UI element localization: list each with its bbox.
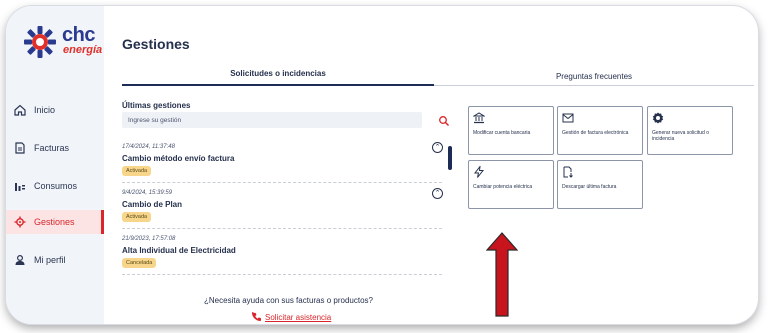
action-label: Generar nueva solicitud o incidencia: [652, 130, 709, 142]
gear-icon: [12, 214, 28, 230]
document-download-icon: [562, 165, 574, 178]
active-tab-indicator: [122, 84, 434, 86]
sidebar-item-label: Facturas: [34, 143, 70, 153]
list-item[interactable]: 21/9/2023, 17:57:08 Alta Individual de E…: [122, 228, 442, 275]
tab-solicitudes[interactable]: Solicitudes o incidencias: [122, 69, 434, 78]
action-card-download[interactable]: Descargar última factura: [557, 160, 643, 209]
sidebar-item-label: Mi perfil: [34, 255, 66, 265]
sidebar-item-label: Consumos: [34, 181, 78, 191]
action-label: Descargar última factura: [562, 184, 617, 190]
action-card-power[interactable]: Cambiar potencia eléctrica: [468, 160, 554, 209]
lightning-icon: [473, 164, 485, 178]
status-badge: Activada: [122, 166, 152, 176]
chevron-up-icon[interactable]: ⌃: [432, 188, 443, 199]
action-label: Modificar cuenta bancaria: [473, 130, 531, 136]
entry-title: Cambio método envío factura: [122, 154, 235, 163]
scrollbar[interactable]: [448, 146, 452, 170]
sidebar-item-label: Gestiones: [34, 217, 75, 227]
action-card-new-request[interactable]: Generar nueva solicitud o incidencia: [647, 106, 733, 155]
action-card-einvoice[interactable]: Gestión de factura electrónica: [557, 106, 643, 155]
red-arrow-annotation: [486, 232, 518, 317]
action-label: Cambiar potencia eléctrica: [473, 184, 533, 190]
sidebar-item-mi-perfil[interactable]: Mi perfil: [6, 248, 104, 272]
action-label: Gestión de factura electrónica: [562, 130, 629, 136]
user-icon: [12, 252, 28, 268]
tab-preguntas-frecuentes[interactable]: Preguntas frecuentes: [434, 72, 754, 81]
chevron-up-icon[interactable]: ⌃: [432, 142, 443, 153]
tab-divider: [434, 85, 754, 86]
assistance-link-wrap[interactable]: Solicitar asistencia: [252, 308, 331, 324]
bar-chart-icon: [12, 178, 28, 194]
sidebar-item-label: Inicio: [34, 105, 56, 115]
sidebar-item-gestiones[interactable]: Gestiones: [6, 210, 104, 234]
assistance-link[interactable]: Solicitar asistencia: [265, 313, 331, 322]
entry-date: 9/4/2024, 15:39:59: [122, 190, 173, 196]
email-icon: [562, 111, 574, 123]
entry-title: Alta Individual de Electricidad: [122, 246, 236, 255]
sidebar-item-facturas[interactable]: Facturas: [6, 136, 104, 160]
sidebar-item-consumos[interactable]: Consumos: [6, 174, 104, 198]
chc-logo: chc energía: [22, 24, 102, 64]
status-badge: Activada: [122, 212, 152, 222]
action-card-bank[interactable]: Modificar cuenta bancaria: [468, 106, 554, 155]
entry-date: 17/4/2024, 11:37:48: [122, 144, 175, 150]
main-content: Gestiones Solicitudes o incidencias Preg…: [104, 6, 758, 324]
invoice-icon: [12, 140, 28, 156]
sidebar: chc energía Inicio Facturas Consumos Ges…: [6, 6, 104, 324]
phone-icon: [252, 308, 261, 324]
status-badge: Cancelada: [122, 258, 157, 268]
logo-gear-icon: [24, 26, 56, 58]
page-title: Gestiones: [122, 36, 190, 52]
search-input[interactable]: Ingrese su gestión: [122, 112, 422, 128]
app-window: chc energía Inicio Facturas Consumos Ges…: [6, 6, 758, 324]
entry-date: 21/9/2023, 17:57:08: [122, 236, 176, 242]
recent-title: Últimas gestiones: [122, 101, 191, 110]
list-item[interactable]: 17/4/2024, 11:37:48 Cambio método envío …: [122, 136, 443, 183]
entry-title: Cambio de Plan: [122, 200, 183, 209]
bank-icon: [472, 111, 486, 124]
list-item[interactable]: 9/4/2024, 15:39:59 Cambio de Plan Activa…: [122, 182, 443, 229]
search-icon[interactable]: [438, 114, 450, 127]
help-question: ¿Necesita ayuda con sus facturas o produ…: [204, 296, 373, 305]
home-icon: [12, 102, 28, 118]
gear-badge-icon: [652, 111, 664, 124]
sidebar-item-inicio[interactable]: Inicio: [6, 98, 104, 122]
brand-sub: energía: [63, 44, 103, 56]
